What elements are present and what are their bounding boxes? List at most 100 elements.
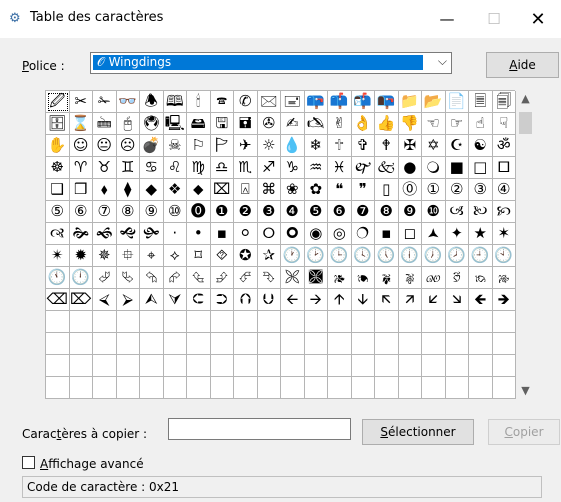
character-cell[interactable] — [375, 377, 399, 399]
character-cell[interactable]: ♑ — [281, 157, 305, 179]
character-cell[interactable]: 🡺 — [492, 289, 516, 311]
character-cell[interactable]: ☠ — [163, 135, 187, 157]
character-cell[interactable]: ❄ — [304, 135, 328, 157]
character-cell[interactable]: 🡮 — [445, 289, 469, 311]
character-cell[interactable]: 🞐 — [492, 157, 516, 179]
character-cell[interactable]: ✍ — [281, 113, 305, 135]
character-cell[interactable]: 🗏 — [469, 91, 493, 113]
character-cell[interactable]: ▯ — [375, 179, 399, 201]
character-cell[interactable]: ✆ — [234, 91, 258, 113]
character-cell[interactable] — [328, 333, 352, 355]
character-cell[interactable]: ⓪ — [398, 179, 422, 201]
character-cell[interactable]: 👎 — [398, 113, 422, 135]
character-cell[interactable]: 🡬 — [375, 289, 399, 311]
character-cell[interactable]: 🕯 — [187, 91, 211, 113]
character-cell[interactable]: 🕈 — [375, 135, 399, 157]
character-cell[interactable]: ⑤ — [46, 201, 70, 223]
character-cell[interactable]: ❝ — [328, 179, 352, 201]
character-cell[interactable]: 🙠 — [469, 201, 493, 223]
character-cell[interactable]: 🙗 — [375, 267, 399, 289]
character-cell[interactable] — [69, 377, 93, 399]
character-cell[interactable]: ◆ — [140, 179, 164, 201]
character-cell[interactable]: ⑩ — [163, 201, 187, 223]
character-cell[interactable]: 🙒 — [469, 267, 493, 289]
character-cell[interactable] — [140, 355, 164, 377]
character-cell[interactable]: 🖬 — [234, 113, 258, 135]
character-cell[interactable]: ◻ — [398, 223, 422, 245]
character-cell[interactable] — [234, 377, 258, 399]
character-cell[interactable] — [210, 333, 234, 355]
character-cell[interactable] — [304, 377, 328, 399]
character-cell[interactable]: ① — [422, 179, 446, 201]
character-cell[interactable]: 🕖 — [422, 245, 446, 267]
character-cell[interactable] — [234, 311, 258, 333]
character-cell[interactable]: ⑦ — [93, 201, 117, 223]
advanced-view-label[interactable]: Affichage avancé — [40, 457, 144, 471]
character-cell[interactable]: ☺ — [69, 135, 93, 157]
character-cell[interactable]: 🕓 — [351, 245, 375, 267]
character-cell[interactable]: ⚪ — [234, 223, 258, 245]
character-cell[interactable] — [257, 333, 281, 355]
character-cell[interactable]: ✦ — [445, 223, 469, 245]
character-cell[interactable] — [422, 311, 446, 333]
character-cell[interactable]: ■ — [445, 157, 469, 179]
character-cell[interactable]: ❒ — [69, 179, 93, 201]
character-cell[interactable]: 🙰 — [351, 157, 375, 179]
character-cell[interactable]: ✴ — [46, 245, 70, 267]
character-cell[interactable] — [69, 333, 93, 355]
character-cell[interactable]: ☪ — [445, 135, 469, 157]
character-cell[interactable]: 👌 — [351, 113, 375, 135]
character-cell[interactable]: 🔾 — [422, 157, 446, 179]
character-cell[interactable]: ♍ — [187, 157, 211, 179]
character-cell[interactable] — [140, 377, 164, 399]
character-cell[interactable]: ⍓ — [234, 179, 258, 201]
character-cell[interactable]: ⬥ — [187, 179, 211, 201]
character-cell[interactable] — [469, 355, 493, 377]
character-cell[interactable]: · — [163, 223, 187, 245]
character-cell[interactable] — [492, 333, 516, 355]
character-cell[interactable]: 🕛 — [69, 267, 93, 289]
character-cell[interactable]: ❺ — [304, 201, 328, 223]
character-cell[interactable]: ✹ — [69, 245, 93, 267]
character-cell[interactable]: ⮴ — [187, 267, 211, 289]
character-cell[interactable]: 💣 — [140, 135, 164, 157]
character-cell[interactable]: ⯑ — [210, 245, 234, 267]
character-cell[interactable]: 🟂 — [422, 223, 446, 245]
character-cell[interactable]: ♎ — [210, 157, 234, 179]
character-cell[interactable]: 🙐 — [422, 267, 446, 289]
character-cell[interactable]: 🕔 — [375, 245, 399, 267]
character-cell[interactable]: 🕮 — [163, 91, 187, 113]
character-cell[interactable] — [281, 311, 305, 333]
character-cell[interactable]: 🙖 — [398, 267, 422, 289]
character-cell[interactable]: ② — [445, 179, 469, 201]
character-cell[interactable]: ❿ — [422, 201, 446, 223]
character-cell[interactable]: ▪ — [375, 223, 399, 245]
character-cell[interactable]: ⯐ — [116, 245, 140, 267]
character-cell[interactable]: 🗄 — [46, 113, 70, 135]
character-cell[interactable]: 🡸 — [469, 289, 493, 311]
character-cell[interactable] — [492, 311, 516, 333]
character-cell[interactable]: 🙝 — [116, 223, 140, 245]
character-cell[interactable]: 🡩 — [328, 289, 352, 311]
character-cell[interactable]: 📪 — [304, 91, 328, 113]
character-cell[interactable]: 🙜 — [93, 223, 117, 245]
character-cell[interactable] — [69, 355, 93, 377]
character-cell[interactable]: 🡫 — [351, 289, 375, 311]
character-cell[interactable]: 📄 — [445, 91, 469, 113]
character-cell[interactable] — [445, 377, 469, 399]
character-cell[interactable]: ⮙ — [140, 289, 164, 311]
character-cell[interactable]: 🖎 — [304, 113, 328, 135]
character-cell[interactable]: ☝ — [469, 113, 493, 135]
character-cell[interactable]: ✂ — [69, 91, 93, 113]
character-cell[interactable] — [375, 355, 399, 377]
character-cell[interactable]: 🞈 — [281, 223, 305, 245]
character-cell[interactable]: 🙟 — [140, 223, 164, 245]
character-cell[interactable]: ⧫ — [116, 179, 140, 201]
character-cell[interactable]: ⌧ — [210, 179, 234, 201]
character-cell[interactable]: 🙡 — [492, 201, 516, 223]
character-cell[interactable]: 👍 — [375, 113, 399, 135]
character-cell[interactable]: 👓 — [116, 91, 140, 113]
character-cell[interactable]: ☸ — [46, 157, 70, 179]
character-cell[interactable]: 🖳 — [163, 113, 187, 135]
character-cell[interactable]: ⌫ — [46, 289, 70, 311]
